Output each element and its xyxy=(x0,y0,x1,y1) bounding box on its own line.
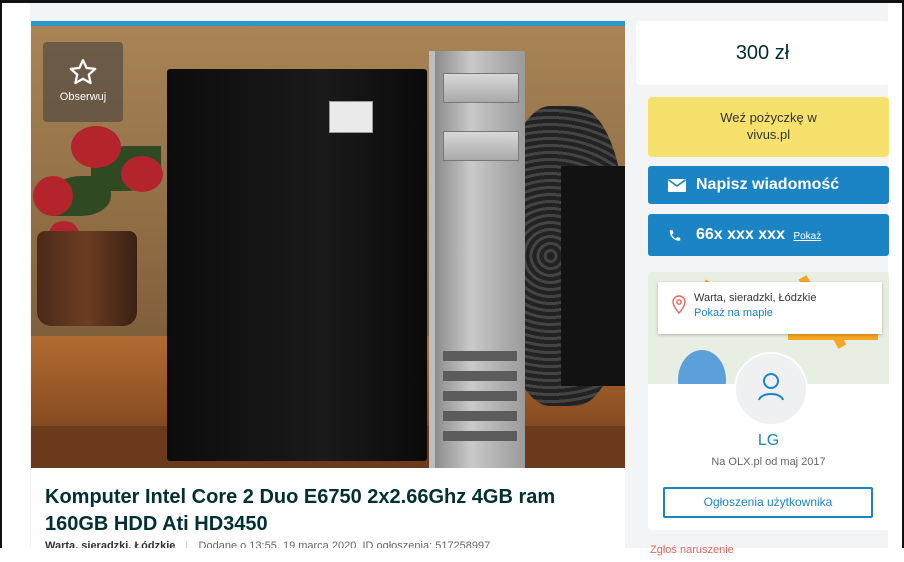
listing-card: Obserwuj Komputer Intel Core 2 Duo E6750… xyxy=(31,21,625,562)
price-value: 300 zł xyxy=(735,42,790,64)
seller-since: Na OLX.pl od maj 2017 xyxy=(711,456,826,468)
seller-avatar xyxy=(734,352,808,426)
plant-flower xyxy=(121,156,163,192)
report-violation-link[interactable]: Zgłoś naruszenie xyxy=(650,544,734,556)
seller-name[interactable]: LG xyxy=(648,432,889,450)
map-pin-icon xyxy=(672,295,686,314)
plant-flower xyxy=(71,126,121,168)
map-road xyxy=(788,334,878,340)
price-box: 300 zł xyxy=(636,21,889,85)
optical-drive xyxy=(443,131,519,161)
pc-tower-front xyxy=(429,51,525,468)
location-popup: Warta, sieradzki, Łódzkie Pokaż na mapie xyxy=(658,282,882,334)
front-vent xyxy=(443,391,517,401)
loan-line-2: vivus.pl xyxy=(746,127,791,142)
observe-button[interactable]: Obserwuj xyxy=(43,42,123,122)
optical-drive xyxy=(443,73,519,103)
loan-line-1: Weź pożyczkę w xyxy=(720,110,817,125)
front-vent xyxy=(443,411,517,421)
pc-tower-side xyxy=(167,69,427,461)
bottom-margin xyxy=(0,548,904,562)
show-phone-button[interactable]: 66x xxx xxx Pokaż xyxy=(648,214,889,256)
listing-title: Komputer Intel Core 2 Duo E6750 2x2.66Gh… xyxy=(45,486,556,535)
map-water xyxy=(678,350,726,384)
send-message-button[interactable]: Napisz wiadomość xyxy=(648,166,889,204)
user-icon xyxy=(758,373,784,401)
right-margin xyxy=(888,3,902,560)
pc-sticker xyxy=(329,101,373,133)
envelope-icon xyxy=(668,179,686,192)
front-vent xyxy=(443,431,517,441)
phone-show-link[interactable]: Pokaż xyxy=(793,231,821,242)
front-vent xyxy=(443,351,517,361)
loan-banner[interactable]: Weź pożyczkę w vivus.pl xyxy=(648,97,889,157)
plant-pot xyxy=(37,231,137,326)
seller-location: Warta, sieradzki, Łódzkie xyxy=(694,292,817,304)
send-message-label: Napisz wiadomość xyxy=(696,176,840,193)
show-on-map-link[interactable]: Pokaż na mapie xyxy=(694,307,773,319)
photo-fan-shadow xyxy=(561,166,625,386)
seller-card: Warta, sieradzki, Łódzkie Pokaż na mapie… xyxy=(648,272,889,530)
star-icon xyxy=(69,59,97,85)
front-vent xyxy=(443,371,517,381)
plant-flower xyxy=(33,176,73,216)
phone-icon xyxy=(669,230,681,241)
user-ads-button[interactable]: Ogłoszenia użytkownika xyxy=(663,487,873,518)
phone-number: 66x xxx xxx xyxy=(696,226,785,243)
left-margin xyxy=(2,3,30,560)
listing-photo[interactable]: Obserwuj xyxy=(31,26,625,468)
observe-label: Obserwuj xyxy=(59,91,107,103)
